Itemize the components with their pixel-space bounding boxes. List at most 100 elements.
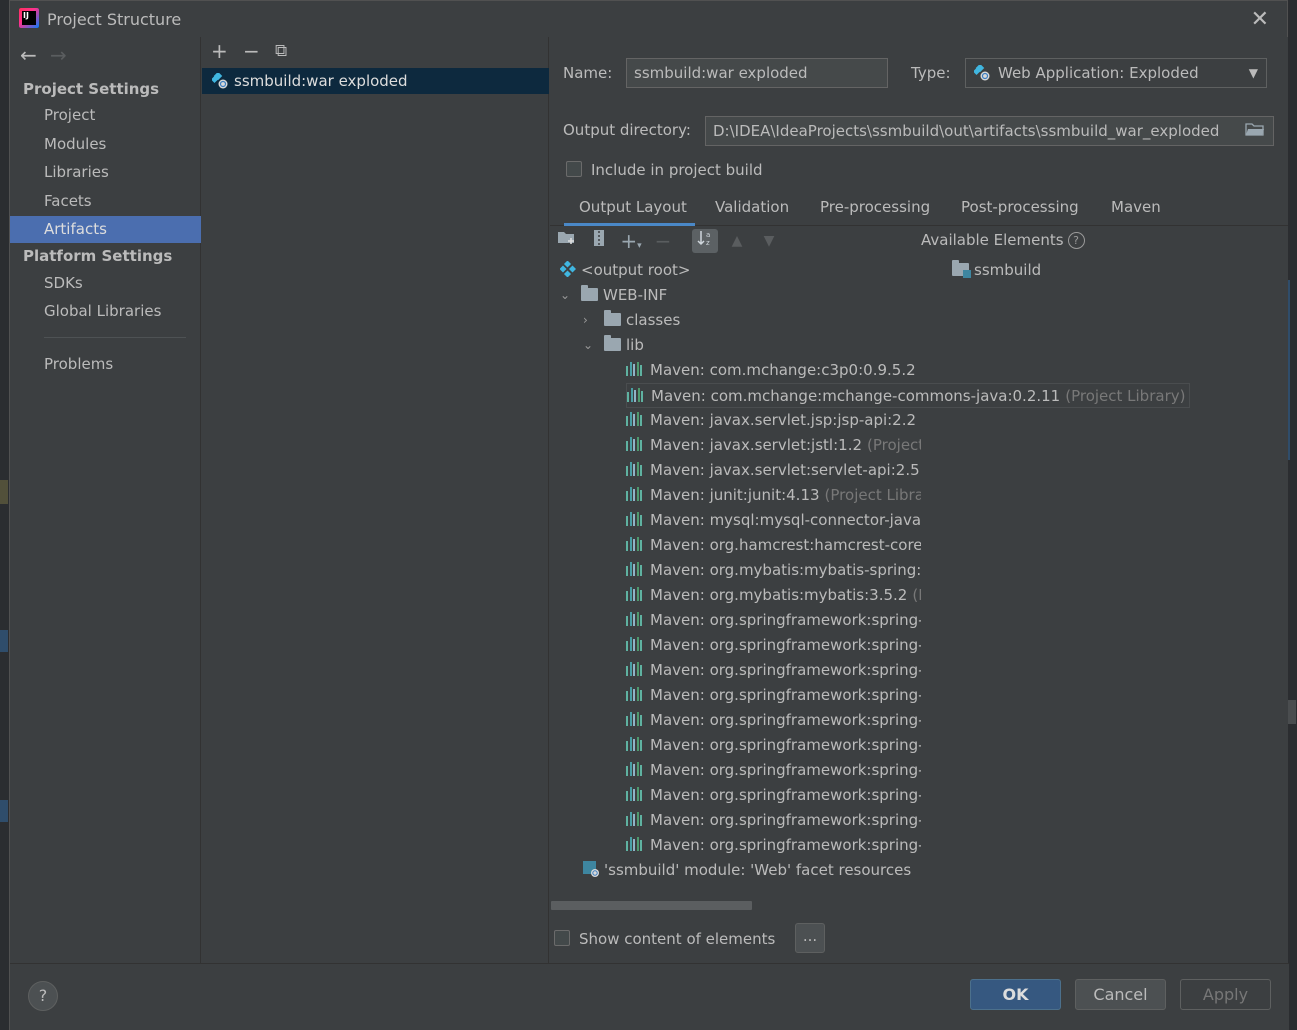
library-name: Maven: javax.servlet.jsp:jsp-api:2.2 bbox=[650, 411, 917, 429]
output-root-label: <output root> bbox=[581, 261, 691, 279]
library-node[interactable]: Maven: org.springframework:spring-e bbox=[626, 708, 921, 733]
library-node[interactable]: Maven: javax.servlet:jstl:1.2 (Project L bbox=[626, 433, 921, 458]
nav-item-artifacts[interactable]: Artifacts bbox=[10, 216, 201, 243]
nav-item-sdks[interactable]: SDKs bbox=[10, 270, 201, 297]
library-node[interactable]: Maven: org.springframework:spring-j bbox=[626, 758, 921, 783]
browse-folder-icon[interactable] bbox=[1245, 118, 1265, 145]
copy-icon[interactable]: ⧉ bbox=[275, 41, 287, 61]
background-ide-left bbox=[0, 0, 9, 1030]
type-dropdown[interactable]: Web Application: Exploded ▼ bbox=[965, 58, 1267, 88]
library-node[interactable]: Maven: javax.servlet:servlet-api:2.5(P bbox=[626, 458, 921, 483]
library-scope: (Project L bbox=[867, 436, 921, 454]
library-scope: (Project Library bbox=[824, 486, 921, 504]
tab-maven[interactable]: Maven bbox=[1111, 198, 1161, 216]
active-tab-indicator bbox=[564, 223, 695, 226]
available-element-module[interactable]: ssmbuild bbox=[952, 258, 1041, 283]
library-node[interactable]: Maven: org.springframework:spring-v bbox=[626, 833, 921, 858]
library-node[interactable]: Maven: org.hamcrest:hamcrest-core:1 bbox=[626, 533, 921, 558]
library-node[interactable]: Maven: mysql:mysql-connector-java:5 bbox=[626, 508, 921, 533]
module-folder-icon bbox=[952, 260, 971, 278]
intellij-logo-icon: IJ bbox=[19, 8, 39, 28]
tab-post-processing[interactable]: Post-processing bbox=[961, 198, 1079, 216]
add-icon[interactable]: + bbox=[211, 39, 228, 63]
artifacts-list-panel: + − ⧉ ssmbuild:war exploded bbox=[202, 37, 549, 963]
type-label: Type: bbox=[911, 64, 951, 82]
chevron-down-icon[interactable]: ⌄ bbox=[560, 288, 570, 302]
close-icon[interactable]: ✕ bbox=[1251, 7, 1269, 32]
web-inf-node[interactable]: WEB-INF bbox=[581, 283, 667, 308]
artifacts-toolbar: + − ⧉ bbox=[202, 37, 548, 65]
library-node[interactable]: Maven: org.mybatis:mybatis-spring:2 bbox=[626, 558, 921, 583]
create-directory-icon[interactable] bbox=[554, 229, 580, 253]
library-node[interactable]: Maven: org.springframework:spring-c bbox=[626, 683, 921, 708]
nav-item-libraries[interactable]: Libraries bbox=[10, 159, 201, 186]
output-directory-value: D:\IDEA\IdeaProjects\ssmbuild\out\artifa… bbox=[713, 122, 1220, 140]
library-node[interactable]: Maven: junit:junit:4.13(Project Library bbox=[626, 483, 921, 508]
add-copy-of-icon[interactable]: +▾ bbox=[618, 229, 644, 253]
library-icon bbox=[626, 762, 644, 776]
nav-item-problems[interactable]: Problems bbox=[10, 351, 201, 378]
nav-item-facets[interactable]: Facets bbox=[10, 188, 201, 215]
background-mark bbox=[0, 480, 8, 504]
tab-validation[interactable]: Validation bbox=[715, 198, 789, 216]
library-node[interactable]: Maven: org.springframework:spring-c bbox=[626, 658, 921, 683]
horizontal-scrollbar[interactable] bbox=[551, 901, 752, 910]
chevron-down-icon[interactable]: ⌄ bbox=[583, 338, 593, 352]
help-icon[interactable]: ? bbox=[1067, 232, 1085, 249]
tab-pre-processing[interactable]: Pre-processing bbox=[820, 198, 930, 216]
classes-node[interactable]: classes bbox=[604, 308, 680, 333]
back-arrow-icon[interactable]: ← bbox=[20, 43, 50, 67]
nav-divider bbox=[44, 337, 186, 338]
facet-resources-node[interactable]: 'ssmbuild' module: 'Web' facet resources bbox=[582, 858, 911, 883]
lib-node[interactable]: lib bbox=[604, 333, 644, 358]
library-node[interactable]: Maven: javax.servlet.jsp:jsp-api:2.2(Pı bbox=[626, 408, 921, 433]
facet-resources-label: 'ssmbuild' module: 'Web' facet resources bbox=[604, 861, 912, 879]
forward-arrow-icon: → bbox=[50, 43, 67, 67]
library-node[interactable]: Maven: org.mybatis:mybatis:3.5.2 (Pro bbox=[626, 583, 921, 608]
library-node[interactable]: Maven: org.springframework:spring-b bbox=[626, 633, 921, 658]
library-icon bbox=[626, 562, 644, 576]
library-icon bbox=[626, 512, 644, 526]
library-icon bbox=[626, 612, 644, 626]
folder-icon bbox=[604, 310, 621, 326]
window-title: Project Structure bbox=[47, 10, 182, 29]
move-up-icon: ▲ bbox=[731, 233, 743, 249]
chevron-right-icon[interactable]: › bbox=[583, 313, 588, 327]
library-name: Maven: org.springframework:spring-j bbox=[650, 761, 921, 779]
library-name: Maven: org.springframework:spring-c bbox=[650, 661, 921, 679]
sort-elements-icon[interactable]: az bbox=[692, 229, 718, 253]
library-name: Maven: org.springframework:spring-v bbox=[650, 836, 921, 854]
remove-icon[interactable]: − bbox=[243, 39, 260, 63]
artifact-list-item[interactable]: ssmbuild:war exploded bbox=[202, 68, 549, 94]
folder-icon bbox=[604, 335, 621, 351]
name-field[interactable]: ssmbuild:war exploded bbox=[626, 58, 888, 88]
cancel-button[interactable]: Cancel bbox=[1075, 979, 1166, 1010]
library-name: Maven: org.springframework:spring-e bbox=[650, 711, 921, 729]
library-icon bbox=[627, 388, 645, 402]
output-root-node[interactable]: <output root> bbox=[559, 258, 691, 283]
library-node[interactable]: Maven: org.springframework:spring-a bbox=[626, 608, 921, 633]
project-settings-heading: Project Settings bbox=[23, 80, 160, 98]
include-in-build-checkbox[interactable] bbox=[566, 161, 582, 177]
nav-item-modules[interactable]: Modules bbox=[10, 131, 201, 158]
ok-button[interactable]: OK bbox=[970, 979, 1061, 1010]
library-node[interactable]: Maven: org.springframework:spring-t bbox=[626, 783, 921, 808]
library-icon bbox=[626, 812, 644, 826]
help-button[interactable]: ? bbox=[28, 981, 58, 1011]
content-options-button[interactable]: ... bbox=[795, 923, 825, 953]
show-content-checkbox[interactable] bbox=[554, 930, 570, 946]
output-directory-field[interactable]: D:\IDEA\IdeaProjects\ssmbuild\out\artifa… bbox=[705, 116, 1274, 146]
library-node[interactable]: Maven: org.springframework:spring-v bbox=[626, 808, 921, 833]
library-node[interactable]: Maven: org.springframework:spring-j bbox=[626, 733, 921, 758]
nav-item-global-libraries[interactable]: Global Libraries bbox=[10, 298, 201, 325]
artifact-details-panel: Name: ssmbuild:war exploded Type: Web Ap… bbox=[550, 37, 1288, 963]
library-icon bbox=[626, 587, 644, 601]
create-archive-icon[interactable] bbox=[586, 229, 612, 253]
library-node[interactable]: Maven: com.mchange:c3p0:0.9.5.2(P bbox=[626, 358, 921, 383]
background-mark bbox=[0, 630, 8, 652]
library-name: Maven: mysql:mysql-connector-java:5 bbox=[650, 511, 921, 529]
library-icon bbox=[626, 537, 644, 551]
nav-item-project[interactable]: Project bbox=[10, 102, 201, 129]
library-node[interactable]: Maven: com.mchange:mchange-commons-java:… bbox=[626, 383, 1191, 408]
tab-output-layout[interactable]: Output Layout bbox=[579, 198, 687, 216]
